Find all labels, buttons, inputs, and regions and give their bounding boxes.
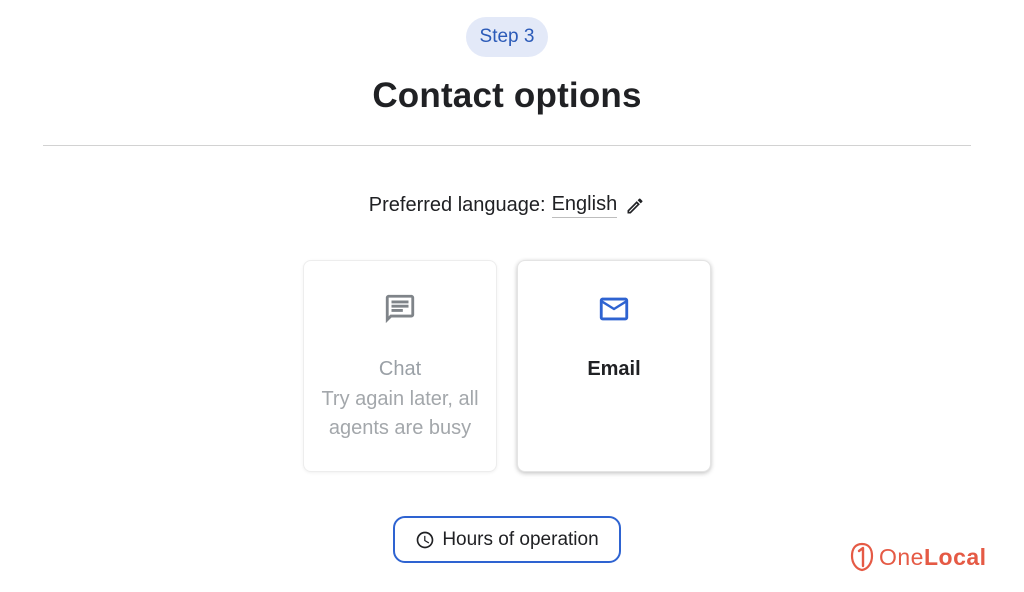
step-badge: Step 3 bbox=[466, 17, 548, 57]
brand-name-part-one: One bbox=[879, 543, 924, 570]
contact-options-page: Step 3 Contact options Preferred languag… bbox=[0, 0, 1024, 592]
email-option-card[interactable]: Email bbox=[517, 260, 711, 472]
page-title: Contact options bbox=[372, 76, 642, 115]
email-option-label: Email bbox=[587, 358, 641, 380]
chat-message-icon bbox=[385, 294, 415, 324]
hours-of-operation-label: Hours of operation bbox=[442, 528, 599, 550]
pencil-icon[interactable] bbox=[625, 196, 645, 216]
chat-option-card: Chat Try again later, all agents are bus… bbox=[303, 260, 497, 472]
chat-option-label: Chat bbox=[378, 358, 422, 380]
onelocal-watermark: One Local bbox=[850, 542, 987, 572]
preferred-language-label: Preferred language: bbox=[368, 194, 546, 216]
step-badge-label: Step 3 bbox=[479, 26, 535, 47]
onelocal-logo-icon bbox=[850, 542, 874, 572]
clock-icon bbox=[416, 531, 434, 548]
envelope-icon bbox=[599, 297, 629, 321]
brand-name-part-two: Local bbox=[923, 543, 987, 570]
hours-of-operation-button[interactable]: Hours of operation bbox=[393, 516, 621, 563]
preferred-language-value[interactable]: English bbox=[551, 193, 618, 218]
preferred-language-row: Preferred language: English bbox=[0, 193, 1014, 218]
chat-option-status: Try again later, all agents are busy bbox=[321, 388, 479, 439]
header-divider bbox=[43, 145, 971, 146]
